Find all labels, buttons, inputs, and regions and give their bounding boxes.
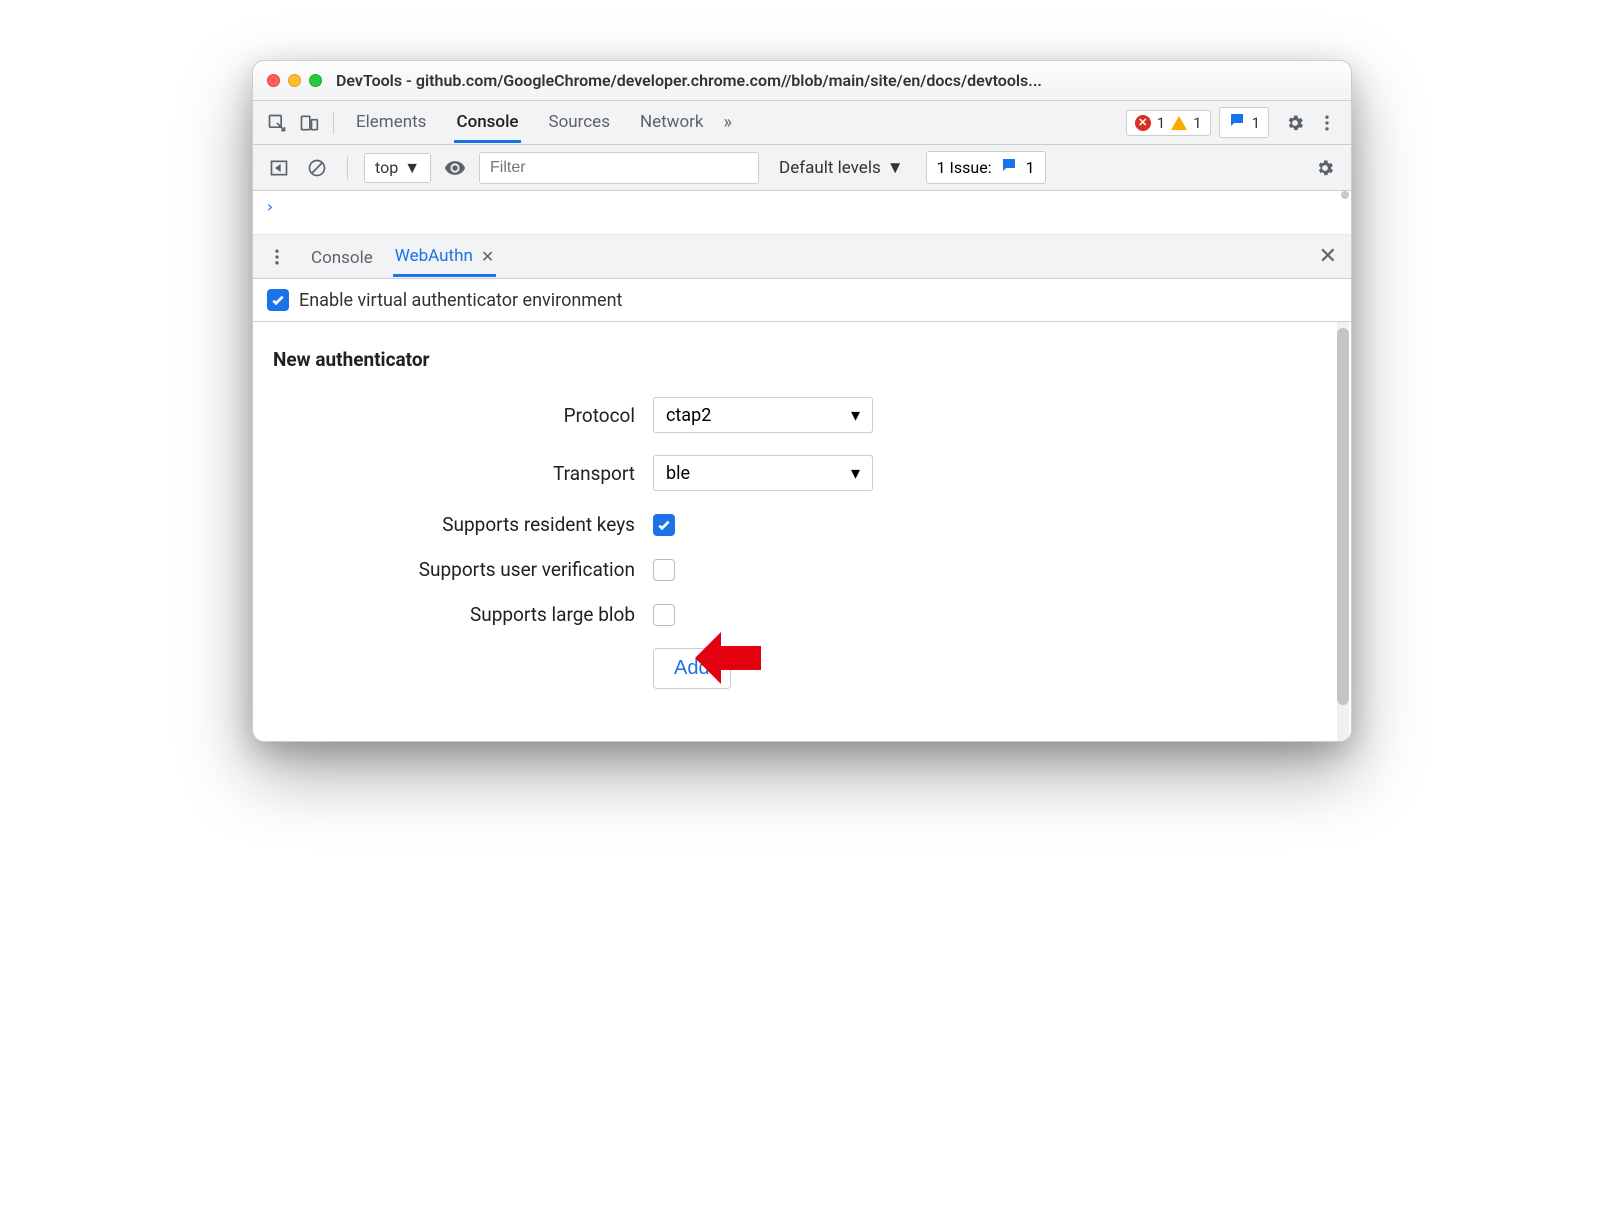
- context-label: top: [375, 158, 398, 177]
- messages-badge[interactable]: 1: [1219, 107, 1269, 138]
- issues-label: 1 Issue:: [937, 158, 992, 177]
- maximize-window-button[interactable]: [309, 74, 322, 87]
- tab-sources[interactable]: Sources: [547, 102, 612, 143]
- filter-input[interactable]: [479, 152, 759, 184]
- drawer-tab-console[interactable]: Console: [309, 238, 375, 276]
- warning-count: 1: [1193, 114, 1201, 132]
- large-blob-checkbox[interactable]: [653, 604, 675, 626]
- drawer-tab-webauthn[interactable]: WebAuthn ✕: [393, 236, 496, 277]
- warning-icon: [1171, 116, 1187, 130]
- close-drawer-icon[interactable]: ✕: [1315, 240, 1341, 273]
- issues-button[interactable]: 1 Issue: 1: [926, 151, 1046, 184]
- tab-elements[interactable]: Elements: [354, 102, 428, 143]
- window-controls: [267, 74, 322, 87]
- add-button[interactable]: Add: [653, 648, 731, 689]
- settings-icon[interactable]: [1281, 109, 1309, 137]
- enable-label: Enable virtual authenticator environment: [299, 290, 622, 311]
- user-verification-row: Supports user verification: [273, 558, 1331, 581]
- status-badges: ✕ 1 1 1: [1126, 107, 1269, 138]
- transport-value: ble: [666, 463, 690, 484]
- protocol-value: ctap2: [666, 405, 711, 426]
- inspect-element-icon[interactable]: [263, 109, 291, 137]
- dropdown-icon: ▼: [887, 158, 904, 178]
- large-blob-label: Supports large blob: [273, 603, 653, 626]
- protocol-select[interactable]: ctap2 ▾: [653, 397, 873, 433]
- enable-virtual-auth-row: Enable virtual authenticator environment: [253, 279, 1351, 322]
- drawer-menu-icon[interactable]: [263, 243, 291, 271]
- new-authenticator-form: New authenticator Protocol ctap2 ▾ Trans…: [253, 322, 1351, 741]
- tab-network[interactable]: Network: [638, 102, 706, 143]
- message-count: 1: [1252, 114, 1260, 132]
- form-heading: New authenticator: [273, 348, 1331, 371]
- enable-virtual-auth-checkbox[interactable]: [267, 289, 289, 311]
- dropdown-icon: ▼: [404, 158, 420, 178]
- error-warning-badge[interactable]: ✕ 1 1: [1126, 110, 1211, 136]
- drawer-tabbar: Console WebAuthn ✕ ✕: [253, 235, 1351, 279]
- protocol-row: Protocol ctap2 ▾: [273, 397, 1331, 433]
- more-tabs-icon[interactable]: »: [724, 112, 732, 133]
- large-blob-row: Supports large blob: [273, 603, 1331, 626]
- transport-select[interactable]: ble ▾: [653, 455, 873, 491]
- console-settings-icon[interactable]: [1311, 154, 1339, 182]
- user-verification-label: Supports user verification: [273, 558, 653, 581]
- execution-context-select[interactable]: top ▼: [364, 153, 431, 183]
- titlebar: DevTools - github.com/GoogleChrome/devel…: [253, 61, 1351, 101]
- transport-row: Transport ble ▾: [273, 455, 1331, 491]
- levels-label: Default levels: [779, 158, 881, 178]
- drawer-tab-label: WebAuthn: [395, 246, 473, 266]
- log-levels-select[interactable]: Default levels ▼: [779, 158, 904, 178]
- live-expression-icon[interactable]: [441, 154, 469, 182]
- add-row: Add: [273, 648, 1331, 689]
- console-sidebar-toggle-icon[interactable]: [265, 154, 293, 182]
- separator: [333, 112, 334, 134]
- separator: [347, 157, 348, 179]
- resident-keys-checkbox[interactable]: [653, 514, 675, 536]
- dropdown-icon: ▾: [851, 405, 860, 426]
- kebab-menu-icon[interactable]: [1313, 109, 1341, 137]
- console-output[interactable]: ›: [253, 191, 1351, 235]
- clear-console-icon[interactable]: [303, 154, 331, 182]
- protocol-label: Protocol: [273, 404, 653, 427]
- close-window-button[interactable]: [267, 74, 280, 87]
- close-tab-icon[interactable]: ✕: [481, 247, 494, 266]
- issue-icon: [1000, 156, 1018, 179]
- main-tabs: Elements Console Sources Network: [354, 102, 706, 143]
- transport-label: Transport: [273, 462, 653, 485]
- issues-count: 1: [1026, 158, 1035, 177]
- window-title: DevTools - github.com/GoogleChrome/devel…: [336, 71, 1042, 90]
- prompt-caret-icon: ›: [265, 197, 275, 216]
- device-toolbar-icon[interactable]: [295, 109, 323, 137]
- resident-keys-row: Supports resident keys: [273, 513, 1331, 536]
- user-verification-checkbox[interactable]: [653, 559, 675, 581]
- scrollbar-thumb[interactable]: [1341, 191, 1349, 199]
- console-toolbar: top ▼ Default levels ▼ 1 Issue: 1: [253, 145, 1351, 191]
- minimize-window-button[interactable]: [288, 74, 301, 87]
- main-tabbar: Elements Console Sources Network » ✕ 1 1…: [253, 101, 1351, 145]
- resident-keys-label: Supports resident keys: [273, 513, 653, 536]
- tab-console[interactable]: Console: [454, 102, 520, 143]
- devtools-window: DevTools - github.com/GoogleChrome/devel…: [252, 60, 1352, 742]
- error-icon: ✕: [1135, 115, 1151, 131]
- webauthn-panel: New authenticator Protocol ctap2 ▾ Trans…: [253, 322, 1351, 741]
- message-icon: [1228, 111, 1246, 134]
- error-count: 1: [1157, 114, 1165, 132]
- dropdown-icon: ▾: [851, 463, 860, 484]
